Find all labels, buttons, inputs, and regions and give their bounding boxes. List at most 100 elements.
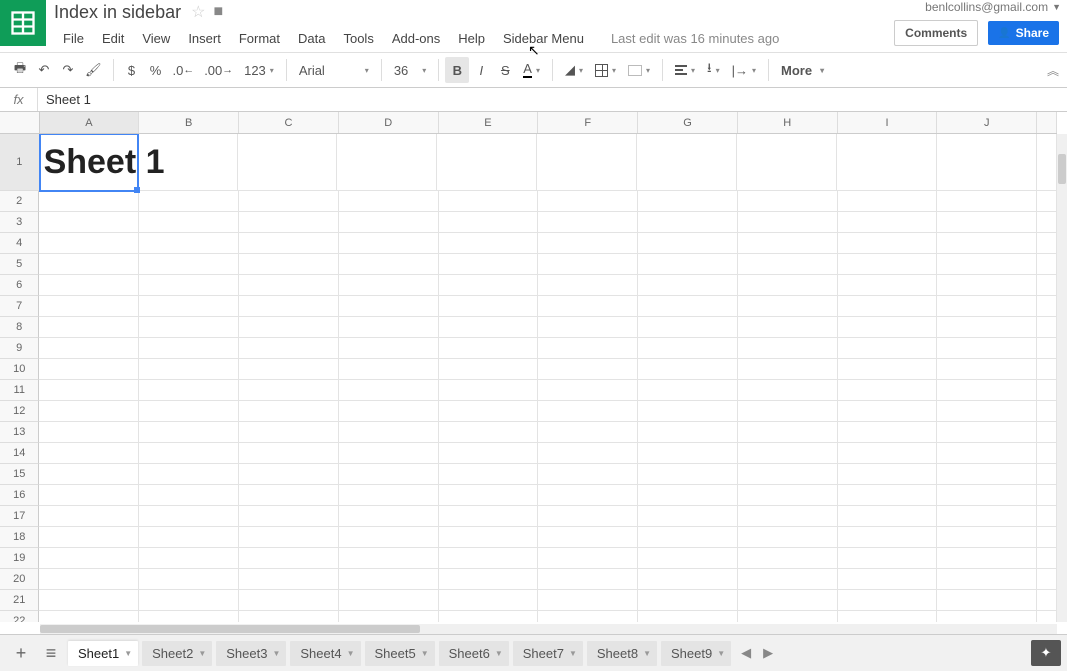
cell-F6[interactable] — [538, 275, 638, 296]
cell-B10[interactable] — [139, 359, 239, 380]
cell-F10[interactable] — [538, 359, 638, 380]
cell-B19[interactable] — [139, 548, 239, 569]
add-sheet-button[interactable]: + — [6, 639, 36, 667]
cell-E2[interactable] — [439, 191, 539, 212]
row-header[interactable]: 20 — [0, 569, 39, 590]
cell-G18[interactable] — [638, 527, 738, 548]
cell-H19[interactable] — [738, 548, 838, 569]
cell-G12[interactable] — [638, 401, 738, 422]
cell-I5[interactable] — [838, 254, 938, 275]
caret-down-icon[interactable]: ▼ — [272, 649, 280, 658]
folder-icon[interactable]: ■ — [213, 3, 223, 21]
cell-H6[interactable] — [738, 275, 838, 296]
cell-I16[interactable] — [838, 485, 938, 506]
cell-F4[interactable] — [538, 233, 638, 254]
cell-D6[interactable] — [339, 275, 439, 296]
cell-I7[interactable] — [838, 296, 938, 317]
cell-G16[interactable] — [638, 485, 738, 506]
cell-D11[interactable] — [339, 380, 439, 401]
vertical-scrollbar[interactable] — [1057, 134, 1067, 622]
cell-A22[interactable] — [39, 611, 139, 622]
cell-E19[interactable] — [439, 548, 539, 569]
cell-I3[interactable] — [838, 212, 938, 233]
strikethrough-button[interactable]: S — [493, 57, 517, 83]
cell-H20[interactable] — [738, 569, 838, 590]
cell-A1[interactable]: Sheet 1 — [39, 134, 139, 192]
cell-B20[interactable] — [139, 569, 239, 590]
cell-J21[interactable] — [937, 590, 1037, 611]
cell-C12[interactable] — [239, 401, 339, 422]
cell-A15[interactable] — [39, 464, 139, 485]
vscroll-thumb[interactable] — [1058, 154, 1066, 184]
cell-J1[interactable] — [937, 134, 1037, 191]
row-header[interactable]: 17 — [0, 506, 39, 527]
cell-E17[interactable] — [439, 506, 539, 527]
menu-addons[interactable]: Add-ons — [383, 27, 449, 50]
cell-J3[interactable] — [937, 212, 1037, 233]
sheet-tab-Sheet6[interactable]: Sheet6▼ — [439, 641, 509, 666]
cell-E1[interactable] — [437, 134, 537, 191]
cell-overflow[interactable] — [1037, 338, 1057, 359]
caret-down-icon[interactable]: ▼ — [421, 649, 429, 658]
cell-F20[interactable] — [538, 569, 638, 590]
row-header[interactable]: 13 — [0, 422, 39, 443]
cell-G8[interactable] — [638, 317, 738, 338]
cell-I22[interactable] — [838, 611, 938, 622]
cell-D12[interactable] — [339, 401, 439, 422]
cell-C14[interactable] — [239, 443, 339, 464]
cell-overflow[interactable] — [1037, 527, 1057, 548]
col-header-F[interactable]: F — [538, 112, 638, 133]
cell-E20[interactable] — [439, 569, 539, 590]
cell-D7[interactable] — [339, 296, 439, 317]
bold-button[interactable]: B — [445, 57, 469, 83]
cell-F13[interactable] — [538, 422, 638, 443]
cell-overflow[interactable] — [1037, 506, 1057, 527]
cell-E10[interactable] — [439, 359, 539, 380]
cell-D21[interactable] — [339, 590, 439, 611]
fx-label[interactable]: fx — [0, 88, 38, 111]
sheet-tab-Sheet9[interactable]: Sheet9▼ — [661, 641, 731, 666]
undo-icon[interactable]: ↶ — [32, 57, 56, 83]
cell-I21[interactable] — [838, 590, 938, 611]
menu-data[interactable]: Data — [289, 27, 334, 50]
explore-button[interactable]: ✦ — [1031, 640, 1061, 666]
cell-G13[interactable] — [638, 422, 738, 443]
cell-G5[interactable] — [638, 254, 738, 275]
menu-sidebar[interactable]: Sidebar Menu — [494, 27, 593, 50]
cell-overflow[interactable] — [1037, 275, 1057, 296]
cell-E12[interactable] — [439, 401, 539, 422]
cell-D14[interactable] — [339, 443, 439, 464]
cell-E5[interactable] — [439, 254, 539, 275]
formula-input[interactable]: Sheet 1 — [38, 92, 1067, 107]
cell-I15[interactable] — [838, 464, 938, 485]
cell-C13[interactable] — [239, 422, 339, 443]
cell-F8[interactable] — [538, 317, 638, 338]
cell-D1[interactable] — [337, 134, 437, 191]
cell-G22[interactable] — [638, 611, 738, 622]
cell-J5[interactable] — [937, 254, 1037, 275]
cell-G11[interactable] — [638, 380, 738, 401]
cell-E8[interactable] — [439, 317, 539, 338]
share-button[interactable]: 👤 Share — [988, 21, 1059, 45]
cell-C5[interactable] — [239, 254, 339, 275]
caret-down-icon[interactable]: ▼ — [717, 649, 725, 658]
cell-D16[interactable] — [339, 485, 439, 506]
cell-overflow[interactable] — [1037, 611, 1057, 622]
cell-B14[interactable] — [139, 443, 239, 464]
cell-overflow[interactable] — [1037, 422, 1057, 443]
sheet-tab-Sheet2[interactable]: Sheet2▼ — [142, 641, 212, 666]
sheet-scroll-right[interactable]: ▶ — [759, 643, 777, 663]
cell-overflow[interactable] — [1037, 254, 1057, 275]
horizontal-scrollbar[interactable] — [40, 624, 1057, 634]
menu-file[interactable]: File — [54, 27, 93, 50]
row-header[interactable]: 9 — [0, 338, 39, 359]
cell-H17[interactable] — [738, 506, 838, 527]
sheet-tab-Sheet3[interactable]: Sheet3▼ — [216, 641, 286, 666]
number-format-dropdown[interactable]: 123▾ — [238, 57, 280, 83]
cell-overflow[interactable] — [1037, 548, 1057, 569]
menu-view[interactable]: View — [133, 27, 179, 50]
cell-C3[interactable] — [239, 212, 339, 233]
cell-C16[interactable] — [239, 485, 339, 506]
more-dropdown[interactable]: More▾ — [775, 57, 830, 83]
cell-F1[interactable] — [537, 134, 637, 191]
